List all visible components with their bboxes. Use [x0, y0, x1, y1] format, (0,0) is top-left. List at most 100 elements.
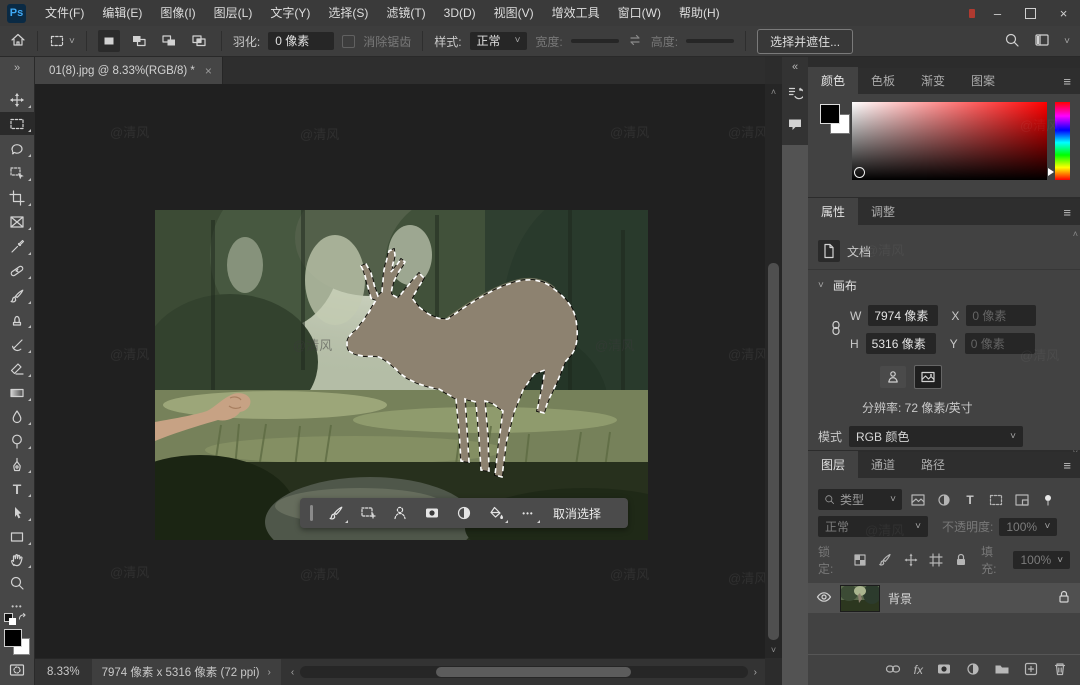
menu-image[interactable]: 图像(I)	[151, 0, 204, 26]
antialias-checkbox[interactable]	[342, 35, 355, 48]
opacity-input[interactable]: 100% ˅	[999, 518, 1057, 536]
swap-dimensions-icon[interactable]	[627, 32, 643, 51]
width-input[interactable]	[571, 39, 619, 43]
panel-menu-icon[interactable]: ≡	[1054, 69, 1080, 94]
scroll-right-icon[interactable]: ›	[754, 667, 757, 678]
object-selection-tool[interactable]	[0, 161, 34, 184]
foreground-color-swatch[interactable]	[820, 104, 840, 124]
spot-healing-brush-tool[interactable]	[0, 259, 34, 282]
layer-row-background[interactable]: 背景	[808, 583, 1080, 613]
lock-transparency-icon[interactable]	[850, 551, 869, 569]
horizontal-scrollbar[interactable]	[300, 666, 747, 678]
history-panel-icon[interactable]	[784, 82, 806, 104]
tab-adjustments[interactable]: 调整	[858, 198, 908, 225]
menu-plugins[interactable]: 增效工具	[543, 0, 609, 26]
canvas-width-input[interactable]: 7974 像素	[868, 305, 938, 326]
panel-menu-icon[interactable]: ≡	[1054, 200, 1080, 225]
tool-preset-icon[interactable]: ˅	[49, 33, 75, 49]
color-field[interactable]	[852, 102, 1047, 180]
close-tab-icon[interactable]: ×	[205, 64, 212, 78]
tab-layers[interactable]: 图层	[808, 451, 858, 478]
select-subject-icon[interactable]	[387, 502, 413, 524]
menu-select[interactable]: 选择(S)	[319, 0, 377, 26]
menu-edit[interactable]: 编辑(E)	[93, 0, 151, 26]
color-mode-select[interactable]: RGB 颜色 ˅	[849, 426, 1023, 447]
move-tool[interactable]	[0, 88, 34, 111]
clone-stamp-tool[interactable]	[0, 308, 34, 331]
menu-view[interactable]: 视图(V)	[485, 0, 543, 26]
vertical-scrollbar[interactable]: ˄ ˅	[765, 84, 782, 658]
layer-visibility-eye-icon[interactable]	[816, 589, 832, 608]
menu-file[interactable]: 文件(F)	[36, 0, 93, 26]
new-adjustment-layer-icon[interactable]	[965, 661, 981, 680]
eraser-tool[interactable]	[0, 357, 34, 380]
height-input[interactable]	[686, 39, 734, 43]
filter-pixel-layers-icon[interactable]	[908, 491, 928, 509]
filter-adjustment-layers-icon[interactable]	[934, 491, 954, 509]
workspace-switcher-icon[interactable]	[1034, 32, 1050, 51]
panel-menu-icon[interactable]: ≡	[1054, 453, 1080, 478]
lasso-tool[interactable]	[0, 137, 34, 160]
intersect-selection-button[interactable]	[188, 30, 210, 52]
add-layer-mask-icon[interactable]	[936, 661, 952, 680]
collapse-toolbar-button[interactable]: »	[0, 59, 34, 77]
blend-mode-select[interactable]: 正常 ˅	[818, 516, 928, 537]
brush-tool[interactable]	[0, 284, 34, 307]
pen-tool[interactable]	[0, 453, 34, 476]
fill-selection-icon[interactable]	[483, 502, 509, 524]
filter-type-layers-icon[interactable]: T	[960, 491, 980, 509]
canvas-area[interactable]: @清风 @清风 @清风 @清风 @清风 @清风 @清风 @清风 @清风 @清风	[35, 84, 765, 658]
type-tool[interactable]: T	[0, 477, 34, 500]
tab-gradients[interactable]: 渐变	[908, 67, 958, 94]
frame-tool[interactable]	[0, 210, 34, 233]
new-layer-icon[interactable]	[1023, 661, 1039, 680]
comments-panel-icon[interactable]	[784, 113, 806, 135]
portrait-orientation-button[interactable]	[880, 366, 906, 388]
feather-input[interactable]: 0 像素	[268, 32, 334, 50]
rectangle-tool[interactable]	[0, 525, 34, 548]
expand-panels-button[interactable]: «	[792, 61, 798, 73]
tab-color[interactable]: 颜色	[808, 67, 858, 94]
new-group-icon[interactable]	[994, 661, 1010, 680]
landscape-orientation-button[interactable]	[914, 365, 942, 389]
tab-paths[interactable]: 路径	[908, 451, 958, 478]
layer-thumbnail[interactable]	[840, 585, 880, 612]
maximize-button[interactable]	[1014, 0, 1047, 26]
gradient-tool[interactable]	[0, 381, 34, 404]
lock-artboard-icon[interactable]	[926, 551, 945, 569]
zoom-level[interactable]: 8.33%	[35, 666, 92, 678]
history-brush-tool[interactable]	[0, 333, 34, 356]
hue-slider[interactable]	[1055, 102, 1070, 180]
canvas-x-input[interactable]: 0 像素	[966, 305, 1036, 326]
vertical-scroll-thumb[interactable]	[768, 263, 779, 640]
adjustment-icon[interactable]	[451, 502, 477, 524]
path-selection-tool[interactable]	[0, 501, 34, 524]
add-to-selection-icon[interactable]	[355, 502, 381, 524]
crop-tool[interactable]	[0, 186, 34, 209]
menu-help[interactable]: 帮助(H)	[670, 0, 729, 26]
menu-window[interactable]: 窗口(W)	[609, 0, 670, 26]
subtract-from-selection-button[interactable]	[158, 30, 180, 52]
menu-layer[interactable]: 图层(L)	[205, 0, 262, 26]
more-options-icon[interactable]: •••	[515, 502, 541, 524]
selection-brush-icon[interactable]	[323, 502, 349, 524]
link-layers-icon[interactable]	[885, 661, 901, 680]
foreground-color-swatch[interactable]	[4, 629, 22, 647]
home-icon[interactable]	[10, 32, 26, 51]
fill-input[interactable]: 100% ˅	[1013, 551, 1070, 569]
tab-swatches[interactable]: 色板	[858, 67, 908, 94]
filter-shape-layers-icon[interactable]	[986, 491, 1006, 509]
tab-properties[interactable]: 属性	[808, 198, 858, 225]
style-select[interactable]: 正常˅	[470, 32, 528, 50]
new-selection-button[interactable]	[98, 30, 120, 52]
document-image[interactable]: @清风 @清风	[155, 210, 648, 540]
document-tab[interactable]: 01(8).jpg @ 8.33%(RGB/8) * ×	[35, 57, 223, 84]
filter-toggle-icon[interactable]	[1038, 491, 1058, 509]
chevron-down-icon[interactable]: ˅	[818, 280, 824, 291]
delete-layer-icon[interactable]	[1052, 661, 1068, 680]
search-icon[interactable]	[1004, 32, 1020, 51]
link-dimensions-icon[interactable]	[828, 320, 844, 339]
select-and-mask-button[interactable]: 选择并遮住...	[757, 29, 853, 54]
canvas-y-input[interactable]: 0 像素	[965, 333, 1035, 354]
menu-type[interactable]: 文字(Y)	[261, 0, 319, 26]
